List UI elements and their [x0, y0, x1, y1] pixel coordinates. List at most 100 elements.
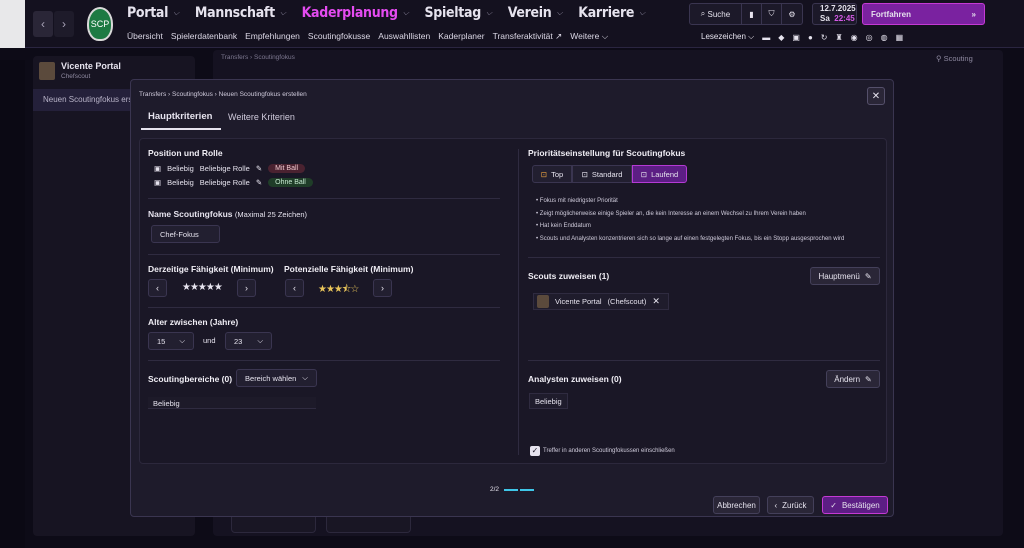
search-button[interactable]: ⌕ Suche — [690, 4, 742, 24]
crumb-transfers[interactable]: Transfers — [139, 91, 166, 98]
subnav-auswahllisten[interactable]: Auswahllisten — [378, 31, 430, 42]
subnav-scoutingfokusse[interactable]: Scoutingfokusse — [308, 31, 370, 42]
remove-scout-icon[interactable]: ✕ — [652, 296, 660, 307]
divider — [148, 307, 500, 308]
subnav-spielerdatenbank[interactable]: Spielerdatenbank — [171, 31, 237, 42]
areas-title: Scoutingbereiche (0) — [148, 374, 233, 384]
name-title: Name Scoutingfokus (Maximal 25 Zeichen) — [148, 209, 308, 219]
page-dot-2[interactable] — [520, 489, 534, 491]
tab-weitere-kriterien[interactable]: Weitere Kriterien — [228, 112, 295, 122]
divider — [528, 360, 880, 361]
priority-description: • Fokus mit niedrigster Priorität • Zeig… — [536, 198, 845, 242]
back-nav-button[interactable]: ‹ — [33, 11, 53, 37]
include-other-label: Treffer in anderen Scoutingfokussen eins… — [543, 448, 675, 454]
choose-area-button[interactable]: Bereich wählen ⌵ — [236, 369, 317, 387]
priority-title: Prioritätseinstellung für Scoutingfokus — [528, 148, 686, 158]
ohne-ball-badge: Ohne Ball — [268, 178, 313, 187]
scouts-menu-button[interactable]: Hauptmenü ✎ — [810, 267, 880, 285]
ball-icon[interactable]: ◍ — [881, 33, 888, 42]
current-ability-title: Derzeitige Fähigkeit (Minimum) — [148, 264, 274, 274]
left-role: Chefscout — [61, 73, 91, 80]
edit-icon[interactable]: ✎ — [256, 178, 262, 187]
close-icon[interactable]: ✕ — [867, 87, 885, 105]
nav-verein[interactable]: Verein ⌵ — [508, 5, 563, 21]
potential-ability-stars: ★★★⯪☆ — [318, 284, 359, 295]
subnav-uebersicht[interactable]: Übersicht — [127, 31, 163, 42]
priority-laufend[interactable]: ⊡ Laufend — [632, 165, 687, 183]
potential-ability-decrease[interactable]: ‹ — [285, 279, 304, 297]
cancel-button[interactable]: Abbrechen — [713, 496, 760, 514]
edit-icon[interactable]: ✎ — [256, 164, 262, 173]
shield-icon[interactable]: ⛉ — [762, 4, 782, 24]
page-dot-1[interactable] — [504, 489, 518, 491]
subnav-empfehlungen[interactable]: Empfehlungen — [245, 31, 300, 42]
left-edge-decor — [0, 60, 25, 548]
current-ability-stars: ★★★★★ — [182, 282, 223, 293]
nav-portal[interactable]: Portal ⌵ — [127, 5, 179, 21]
divider — [148, 254, 500, 255]
scout-icon[interactable]: ◉ — [851, 33, 858, 42]
avatar — [39, 62, 55, 80]
position-row-2[interactable]: ▣ Beliebig Beliebige Rolle ✎ Ohne Ball — [154, 178, 313, 187]
age-title: Alter zwischen (Jahre) — [148, 317, 239, 327]
refresh-icon[interactable]: ↻ — [821, 33, 828, 42]
target-icon: ⊡ — [540, 169, 548, 179]
focus-name-input[interactable]: Chef-Fokus — [151, 225, 220, 243]
priority-standard[interactable]: ⊡ Standard — [572, 165, 632, 183]
nav-kaderplanung[interactable]: Kaderplanung ⌵ — [302, 5, 409, 21]
priority-top[interactable]: ⊡ Top — [532, 165, 572, 183]
gear-icon[interactable]: ⚙ — [782, 4, 802, 24]
criteria-panel: Position und Rolle ▣ Beliebig Beliebige Ro… — [139, 138, 887, 464]
current-ability-decrease[interactable]: ‹ — [148, 279, 167, 297]
analysts-value: Beliebig — [529, 393, 568, 409]
bookmark-icon[interactable]: ▮ — [742, 4, 762, 24]
nav-mannschaft[interactable]: Mannschaft ⌵ — [195, 5, 286, 21]
club-crest-icon[interactable]: SCP — [87, 7, 113, 41]
main-nav: Portal ⌵ Mannschaft ⌵ Kaderplanung ⌵ Spielt… — [127, 5, 645, 21]
nav-karriere[interactable]: Karriere ⌵ — [578, 5, 645, 21]
potential-ability-increase[interactable]: › — [373, 279, 392, 297]
include-other-checkbox[interactable]: ✓ — [530, 446, 540, 456]
areas-value: Beliebig — [148, 397, 316, 409]
calendar-icon[interactable]: ▦ — [896, 33, 904, 42]
scout-avatar — [537, 295, 549, 308]
toolbox: ⌕ Suche ▮ ⛉ ⚙ — [689, 3, 803, 25]
tab-hauptkriterien[interactable]: Hauptkriterien — [148, 111, 212, 122]
continue-button[interactable]: Fortfahren» — [862, 3, 985, 25]
analysts-change-button[interactable]: Ändern ✎ — [826, 370, 880, 388]
crumb-new: Neuen Scoutingfokus erstellen — [218, 91, 307, 98]
age-from-select[interactable]: 15 ⌵ — [148, 332, 194, 350]
current-ability-increase[interactable]: › — [237, 279, 256, 297]
crumb-scoutingfokus[interactable]: Scoutingfokus — [172, 91, 213, 98]
confirm-button[interactable]: ✓ Bestätigen — [822, 496, 888, 514]
globe-icon[interactable]: ◎ — [866, 33, 873, 42]
analysts-title: Analysten zuweisen (0) — [528, 374, 622, 384]
subnav-transferaktivitaet[interactable]: Transferaktivität ↗ — [493, 31, 563, 42]
column-divider — [518, 149, 519, 455]
edit-icon: ✎ — [865, 374, 872, 384]
trophy-icon[interactable]: ♜ — [835, 33, 842, 42]
subnav-weitere[interactable]: Weitere ⌵ — [570, 31, 608, 42]
forward-nav-button[interactable]: › — [54, 11, 74, 37]
back-button[interactable]: ‹ Zurück — [767, 496, 814, 514]
chat-icon[interactable]: ▬ — [762, 33, 770, 42]
clipboard-icon[interactable]: ▣ — [792, 33, 800, 42]
scouts-title: Scouts zuweisen (1) — [528, 271, 610, 281]
chevron-left-icon: ‹ — [774, 500, 778, 510]
active-tab-indicator — [141, 128, 221, 130]
potential-ability-title: Potenzielle Fähigkeit (Minimum) — [284, 264, 414, 274]
position-row-1[interactable]: ▣ Beliebig Beliebige Rolle ✎ Mit Ball — [154, 164, 306, 173]
day-text: Sa — [820, 14, 830, 23]
modal-breadcrumb: Transfers › Scoutingfokus › Neuen Scouti… — [139, 91, 307, 98]
date-display: 12.7.2025 Sa 22:45 — [812, 3, 857, 25]
age-to-select[interactable]: 23 ⌵ — [225, 332, 272, 350]
bookmarks-menu[interactable]: Lesezeichen ⌵ — [701, 32, 754, 42]
window-edge — [0, 0, 25, 48]
nav-spieltag[interactable]: Spieltag ⌵ — [425, 5, 492, 21]
divider — [148, 198, 500, 199]
shirt-icon[interactable]: ◆ — [778, 33, 784, 42]
bg-card — [231, 517, 316, 533]
people-icon[interactable]: ● — [808, 33, 813, 42]
subnav-kaderplaner[interactable]: Kaderplaner — [438, 31, 484, 42]
bg-breadcrumb: Transfers › Scoutingfokus — [221, 54, 295, 61]
